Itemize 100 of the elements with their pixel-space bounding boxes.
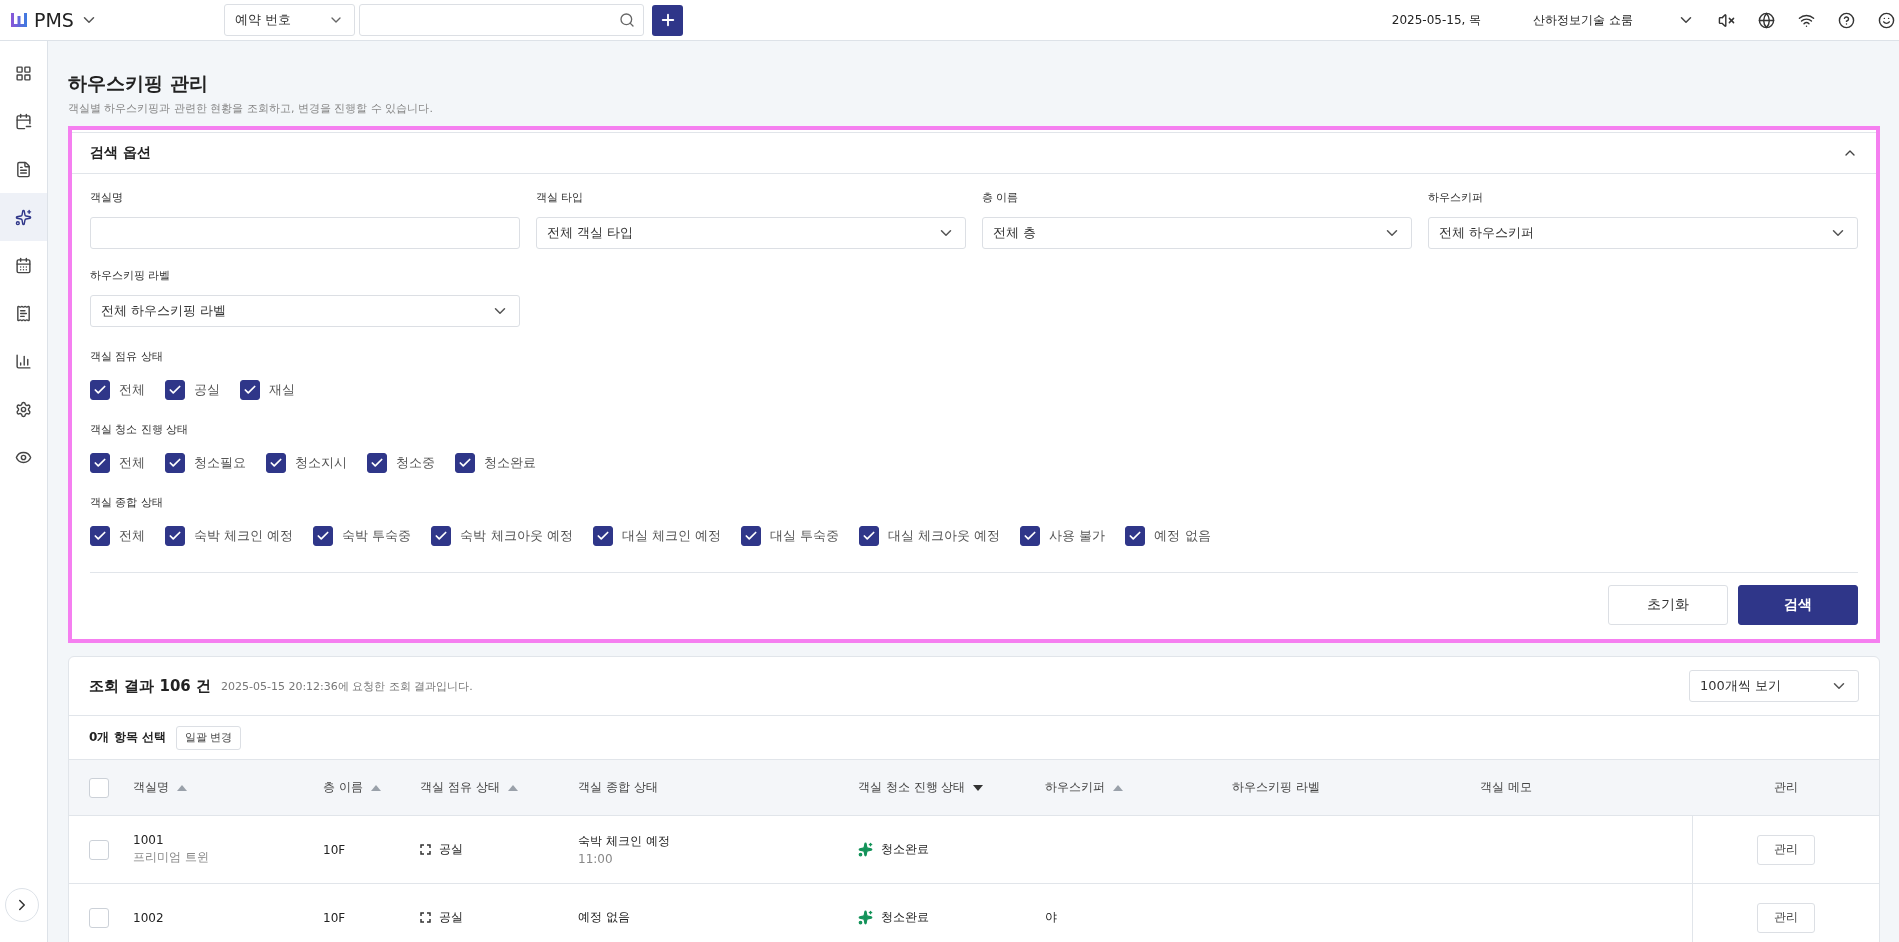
status-cell-text: 예정 없음: [578, 909, 631, 926]
help-button[interactable]: [1838, 11, 1855, 29]
mute-button[interactable]: [1718, 11, 1735, 29]
checkbox[interactable]: [165, 453, 185, 473]
calendar-icon: [15, 256, 32, 274]
group-label: 객실 종합 상태: [90, 495, 164, 510]
results-note: 2025-05-15 20:12:36에 요청한 조회 결과입니다.: [221, 678, 473, 694]
column-header[interactable]: 관리: [1773, 779, 1798, 796]
checkbox-label: 전체: [119, 381, 145, 399]
checkbox-label: 공실: [194, 381, 220, 399]
housekeeper-cell-text: 야: [1045, 909, 1058, 926]
checkbox-label: 청소필요: [194, 454, 246, 472]
search-type-select[interactable]: 예약 번호: [224, 4, 355, 36]
globe-icon: [1758, 11, 1775, 29]
date-text: 2025-05-15, 목: [1391, 11, 1482, 29]
status-time: 11:00: [578, 852, 614, 866]
room-number: 1001: [133, 833, 165, 847]
checkbox-label: 전체: [119, 454, 145, 472]
check-icon: [458, 456, 472, 470]
manage-button[interactable]: 관리: [1757, 902, 1815, 933]
check-icon: [93, 383, 107, 397]
input-field[interactable]: [90, 217, 520, 249]
frame-corners-icon: [420, 912, 431, 923]
checkbox-label: 청소중: [396, 454, 435, 472]
column-header[interactable]: 하우스키핑 라벨: [1232, 779, 1320, 796]
page-title: 하우스키핑 관리: [68, 71, 209, 96]
column-header[interactable]: 객실 청소 진행 상태: [858, 779, 966, 796]
profile-button[interactable]: [1878, 11, 1895, 29]
room-number: 1002: [133, 910, 165, 925]
reset-button[interactable]: 초기화: [1608, 585, 1728, 625]
check-icon: [168, 456, 182, 470]
checkbox-label: 숙박 투숙중: [342, 527, 412, 545]
column-header[interactable]: 하우스키퍼: [1045, 779, 1105, 796]
checkbox[interactable]: [1020, 526, 1041, 546]
check-icon: [743, 529, 758, 543]
frame-corners-icon: [420, 844, 431, 855]
search-icon: [619, 12, 635, 28]
checkbox[interactable]: [431, 526, 452, 546]
select-field[interactable]: 전체 하우스키핑 라벨: [90, 295, 520, 327]
checkbox[interactable]: [90, 453, 110, 473]
manage-button[interactable]: 관리: [1757, 834, 1815, 865]
page-size-select[interactable]: 100개씩 보기: [1689, 670, 1859, 702]
smile-icon: [1878, 11, 1895, 29]
select-field[interactable]: 전체 객실 타입: [536, 217, 966, 249]
sort-down-icon[interactable]: [973, 784, 984, 791]
checkbox[interactable]: [592, 526, 613, 546]
cleaning-cell: 청소완료: [881, 841, 929, 858]
checkbox[interactable]: [455, 453, 475, 473]
search-field[interactable]: [359, 4, 644, 36]
select-field[interactable]: 전체 하우스키퍼: [1428, 217, 1858, 249]
occupancy-cell: 공실: [439, 841, 463, 858]
group-label: 객실 점유 상태: [90, 349, 164, 364]
selection-count: 0개 항목 선택: [89, 729, 166, 746]
checkbox[interactable]: [165, 380, 185, 400]
checkbox[interactable]: [1125, 526, 1146, 546]
column-header[interactable]: 객실 점유 상태: [420, 779, 500, 796]
checkbox[interactable]: [165, 526, 185, 546]
check-icon: [595, 529, 610, 543]
column-header[interactable]: 객실 종합 상태: [578, 779, 658, 796]
checkbox[interactable]: [313, 526, 334, 546]
checkbox-label: 청소지시: [295, 454, 347, 472]
checkbox[interactable]: [90, 380, 110, 400]
panel-title: 검색 옵션: [90, 144, 151, 162]
occupancy-cell: 공실: [439, 909, 463, 926]
checkbox[interactable]: [90, 526, 110, 546]
check-icon: [434, 529, 449, 543]
page-subtitle: 객실별 하우스키핑과 관련한 현황을 조회하고, 변경을 진행할 수 있습니다.: [68, 101, 434, 116]
check-icon: [316, 529, 331, 543]
column-header[interactable]: 객실 메모: [1480, 779, 1532, 796]
room-type: 프리미엄 트윈: [133, 849, 210, 866]
checkbox-label: 사용 불가: [1049, 527, 1106, 545]
field-label: 하우스키퍼: [1428, 190, 1484, 205]
checkbox[interactable]: [859, 526, 880, 546]
check-icon: [269, 456, 283, 470]
settings-icon: [15, 400, 32, 418]
checkbox-label: 예정 없음: [1154, 527, 1211, 545]
sparkle-icon: [858, 910, 873, 925]
add-button[interactable]: [652, 4, 683, 36]
checkbox-label: 숙박 체크인 예정: [194, 527, 294, 545]
check-icon: [1128, 529, 1143, 543]
column-header[interactable]: 층 이름: [323, 779, 363, 796]
language-button[interactable]: [1758, 11, 1775, 29]
checkbox-label: 대실 체크아웃 예정: [888, 527, 1001, 545]
sidebar-item[interactable]: [0, 193, 47, 241]
check-icon: [93, 456, 107, 470]
check-icon: [93, 529, 107, 543]
select-field[interactable]: 전체 층: [982, 217, 1412, 249]
field-label: 하우스키핑 라벨: [90, 268, 172, 283]
bulk-change-button[interactable]: 일괄 변경: [175, 725, 242, 750]
results-title: 조회 결과 106 건: [89, 676, 211, 696]
checkbox[interactable]: [740, 526, 761, 546]
check-icon: [168, 529, 182, 543]
search-button[interactable]: 검색: [1738, 585, 1858, 625]
checkbox-label: 숙박 체크아웃 예정: [460, 527, 573, 545]
floor-cell-text: 10F: [323, 910, 347, 925]
check-icon: [168, 383, 182, 397]
checkbox[interactable]: [266, 453, 286, 473]
checkbox[interactable]: [240, 380, 260, 400]
checkbox[interactable]: [367, 453, 387, 473]
column-header[interactable]: 객실명: [133, 779, 169, 796]
